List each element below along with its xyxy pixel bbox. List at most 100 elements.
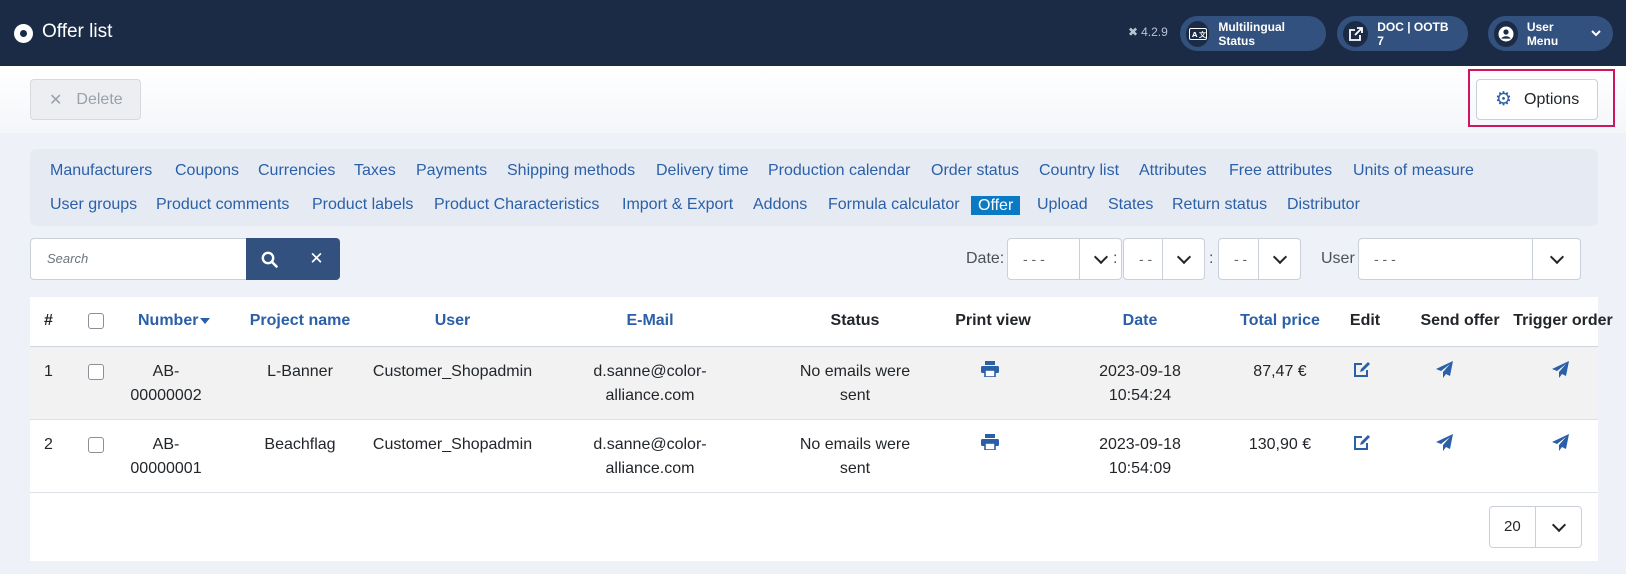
- trigger-order-icon[interactable]: [1552, 434, 1576, 451]
- search-icon: [261, 251, 278, 268]
- date-separator: :: [1113, 250, 1118, 267]
- row-number[interactable]: AB- 00000001: [120, 433, 212, 481]
- date-filter-label: Date:: [966, 250, 1005, 267]
- send-offer-icon[interactable]: [1436, 361, 1460, 378]
- page-size-value: 20: [1504, 518, 1521, 535]
- delete-button[interactable]: ✕ Delete: [30, 79, 141, 120]
- nav-link-user-groups[interactable]: User groups: [50, 196, 137, 214]
- chevron-down-icon: [1591, 30, 1601, 37]
- nav-link-product-characteristics[interactable]: Product Characteristics: [434, 196, 599, 214]
- nav-link-production-calendar[interactable]: Production calendar: [768, 162, 910, 180]
- edit-icon[interactable]: [1353, 361, 1377, 378]
- edit-icon[interactable]: [1353, 434, 1377, 451]
- row-date-line2: 10:54:24: [1108, 387, 1172, 404]
- row-date-line1: 2023-09-18: [1099, 436, 1181, 453]
- col-header-number[interactable]: Number: [138, 312, 211, 330]
- svg-text:A: A: [1192, 31, 1198, 39]
- row-date-line1: 2023-09-18: [1099, 363, 1181, 380]
- col-header-number-label: Number: [138, 312, 199, 329]
- nav-link-delivery-time[interactable]: Delivery time: [656, 162, 748, 180]
- row-date-line2: 10:54:09: [1108, 460, 1172, 477]
- nav-link-taxes[interactable]: Taxes: [354, 162, 396, 180]
- row-total-price: 87,47 €: [1253, 363, 1307, 380]
- row-checkbox[interactable]: [88, 364, 104, 380]
- sort-desc-icon: [200, 318, 211, 324]
- chevron-down-icon: [1535, 507, 1581, 547]
- date-separator: :: [1209, 250, 1214, 267]
- date-month-value: - -: [1139, 251, 1153, 267]
- date-month-select[interactable]: - -: [1123, 238, 1205, 280]
- nav-link-manufacturers[interactable]: Manufacturers: [50, 162, 152, 180]
- search-button[interactable]: [246, 238, 293, 280]
- nav-link-formula-calculator[interactable]: Formula calculator: [828, 196, 960, 214]
- doc-link-button[interactable]: DOC | OOTB 7: [1337, 16, 1468, 51]
- row-checkbox[interactable]: [88, 437, 104, 453]
- page-size-select[interactable]: 20: [1489, 506, 1582, 548]
- external-link-icon: [1343, 20, 1369, 47]
- print-icon[interactable]: [981, 434, 1005, 450]
- close-icon: ✕: [309, 249, 324, 268]
- row-project-name: Beachflag: [264, 436, 336, 453]
- version-text: 4.2.9: [1141, 25, 1168, 39]
- col-header-project-name[interactable]: Project name: [240, 312, 360, 330]
- row-user: Customer_Shopadmin: [372, 363, 533, 380]
- gear-icon: ⚙: [1495, 89, 1513, 110]
- search-input[interactable]: Search: [30, 238, 247, 280]
- print-icon[interactable]: [981, 361, 1005, 377]
- send-offer-icon[interactable]: [1436, 434, 1460, 451]
- select-all-checkbox[interactable]: [88, 313, 104, 329]
- row-index: 2: [44, 436, 53, 453]
- date-day-value: - - -: [1023, 251, 1045, 267]
- chevron-down-icon: [1258, 239, 1300, 279]
- svg-text:文: 文: [1199, 30, 1207, 39]
- row-status: No emails were sent: [780, 433, 930, 481]
- user-filter-select[interactable]: - - -: [1358, 238, 1581, 280]
- row-number-line2: 00000001: [130, 460, 202, 477]
- clear-search-button[interactable]: ✕: [293, 238, 340, 280]
- row-status-line2: sent: [839, 387, 871, 404]
- nav-link-offer[interactable]: Offer: [971, 196, 1021, 215]
- nav-link-return-status[interactable]: Return status: [1172, 196, 1267, 214]
- nav-link-addons[interactable]: Addons: [753, 196, 807, 214]
- trigger-order-icon[interactable]: [1552, 361, 1576, 378]
- nav-link-upload[interactable]: Upload: [1037, 196, 1088, 214]
- col-header-status: Status: [830, 312, 880, 329]
- nav-link-free-attributes[interactable]: Free attributes: [1229, 162, 1332, 180]
- col-header-date[interactable]: Date: [1080, 312, 1200, 330]
- row-date: 2023-09-18 10:54:24: [1080, 360, 1200, 408]
- row-number-line2: 00000002: [130, 387, 202, 404]
- date-day-select[interactable]: - - -: [1007, 238, 1122, 280]
- multilingual-status-label: Multilingual Status: [1218, 19, 1285, 48]
- user-filter-label: User: [1321, 250, 1355, 267]
- date-year-select[interactable]: - -: [1218, 238, 1301, 280]
- options-button[interactable]: ⚙ Options: [1476, 79, 1598, 120]
- row-email-line2: alliance.com: [605, 387, 695, 404]
- chevron-down-icon: [1532, 239, 1580, 279]
- nav-link-product-labels[interactable]: Product labels: [312, 196, 413, 214]
- delete-label: Delete: [76, 90, 123, 108]
- row-total-price: 130,90 €: [1248, 436, 1312, 453]
- col-header-index: #: [44, 312, 53, 329]
- nav-link-states[interactable]: States: [1108, 196, 1153, 214]
- row-email-line1: d.sanne@color-: [593, 363, 707, 380]
- multilingual-status-button[interactable]: A文 Multilingual Status: [1180, 16, 1326, 51]
- nav-link-currencies[interactable]: Currencies: [258, 162, 335, 180]
- nav-link-shipping-methods[interactable]: Shipping methods: [507, 162, 635, 180]
- user-circle-icon: [1494, 20, 1518, 47]
- nav-link-country-list[interactable]: Country list: [1039, 162, 1119, 180]
- nav-link-units-of-measure[interactable]: Units of measure: [1353, 162, 1474, 180]
- nav-link-product-comments[interactable]: Product comments: [156, 196, 289, 214]
- nav-link-distributor[interactable]: Distributor: [1287, 196, 1360, 214]
- nav-link-import-export[interactable]: Import & Export: [622, 196, 733, 214]
- col-header-user[interactable]: User: [365, 312, 540, 330]
- user-menu-button[interactable]: User Menu: [1488, 16, 1613, 51]
- row-number[interactable]: AB- 00000002: [120, 360, 212, 408]
- app-logo-icon: [14, 24, 33, 43]
- col-header-print-view: Print view: [955, 312, 1031, 329]
- row-user: Customer_Shopadmin: [372, 436, 533, 453]
- nav-link-payments[interactable]: Payments: [416, 162, 487, 180]
- nav-link-coupons[interactable]: Coupons: [175, 162, 239, 180]
- nav-link-order-status[interactable]: Order status: [931, 162, 1019, 180]
- nav-link-attributes[interactable]: Attributes: [1139, 162, 1207, 180]
- col-header-email[interactable]: E-Mail: [570, 312, 730, 330]
